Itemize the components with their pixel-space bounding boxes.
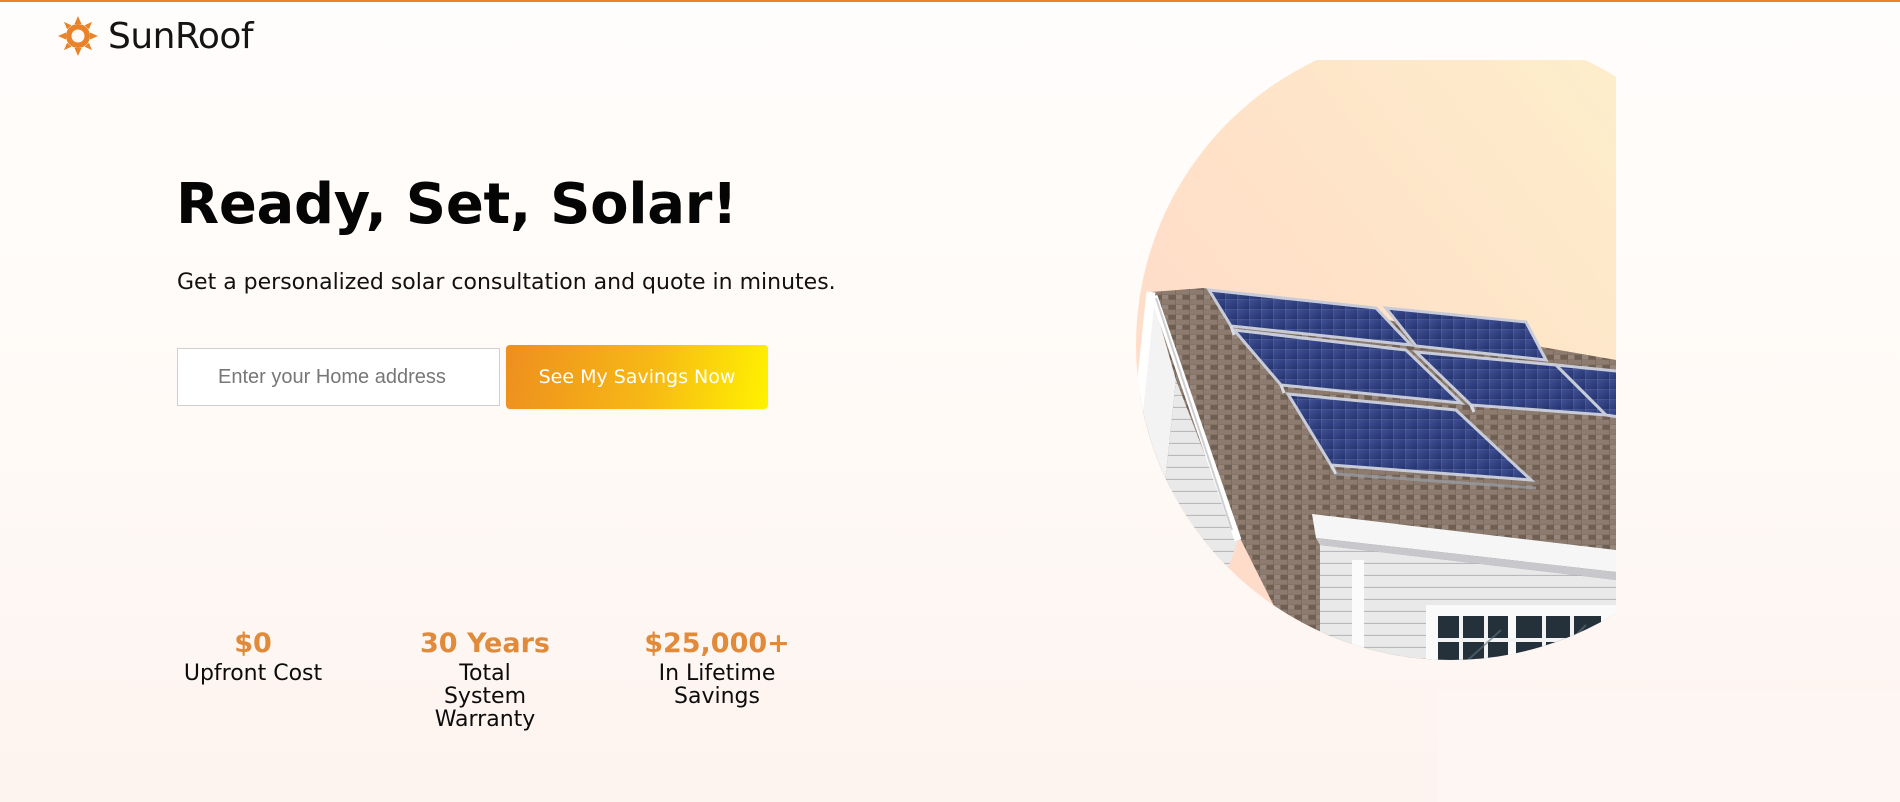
brand-name: SunRoof	[108, 15, 254, 57]
stat-value: $0	[234, 628, 272, 659]
decorative-backdrop	[1437, 690, 1900, 802]
stat-warranty: 30 Years Total System Warranty	[395, 626, 575, 731]
brand-logo-link[interactable]: SunRoof	[58, 14, 254, 58]
stat-label: Total System Warranty	[434, 661, 536, 732]
hero-subtitle: Get a personalized solar consultation an…	[177, 270, 836, 295]
stat-lifetime-savings: $25,000+ In Lifetime Savings	[627, 626, 807, 708]
stat-label: In Lifetime Savings	[658, 661, 776, 709]
home-address-input[interactable]	[177, 348, 500, 406]
stat-value: $25,000+	[644, 628, 790, 659]
top-accent-bar	[0, 0, 1900, 2]
hero-title: Ready, Set, Solar!	[176, 172, 738, 237]
hero-image	[1106, 60, 1616, 690]
see-my-savings-button[interactable]: See My Savings Now	[506, 345, 768, 409]
sun-icon	[58, 16, 98, 56]
stat-upfront-cost: $0 Upfront Cost	[163, 626, 343, 685]
stat-value: 30 Years	[420, 628, 550, 659]
stat-label: Upfront Cost	[183, 661, 323, 686]
